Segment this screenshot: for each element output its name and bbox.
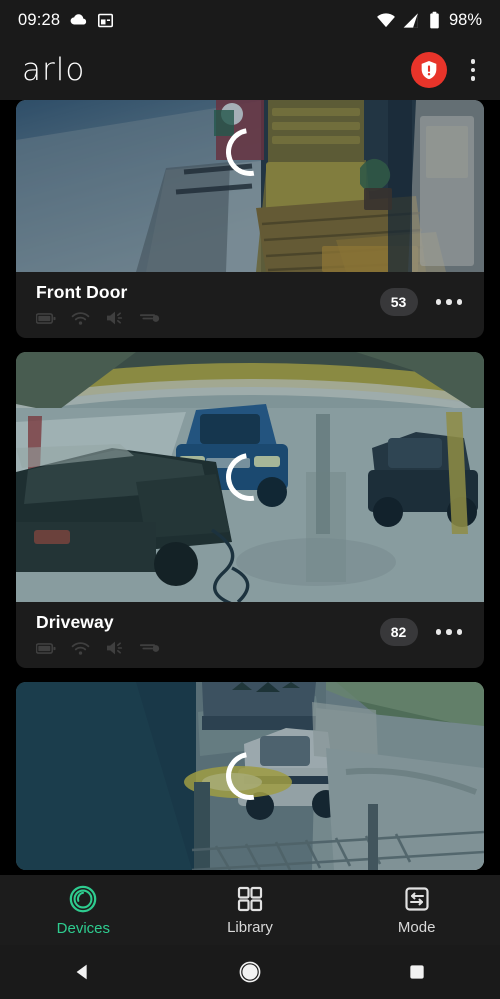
camera-thumbnail-third[interactable]	[16, 682, 484, 870]
home-button[interactable]	[167, 960, 334, 984]
home-circle-icon	[239, 961, 261, 983]
grid-icon	[237, 886, 263, 911]
status-bar-clock: 09:28	[18, 10, 61, 29]
camera-card-front-door[interactable]: Front Door 53	[16, 100, 484, 338]
camera-info-left: Driveway	[36, 612, 160, 656]
camera-status-icons	[36, 640, 160, 656]
tab-label-mode: Mode	[397, 918, 436, 936]
wifi-icon	[71, 311, 90, 325]
kebab-menu-icon[interactable]	[466, 53, 481, 87]
arlo-logo: arlo	[22, 51, 86, 88]
speaker-icon	[107, 311, 123, 325]
mode-sliders-icon	[405, 886, 429, 911]
phone-screen: 09:28 98% arlo Front Door 53 Driveway 82…	[0, 0, 500, 999]
battery-icon	[430, 11, 439, 28]
app-header-actions	[410, 52, 481, 88]
status-bar-left: 09:28	[18, 11, 114, 30]
camera-card-driveway[interactable]: Driveway 82	[16, 352, 484, 668]
more-options-icon[interactable]	[430, 291, 469, 313]
camera-card-third[interactable]	[16, 682, 484, 870]
system-navigation-bar	[0, 945, 500, 999]
camera-info-front-door: Front Door 53	[16, 272, 484, 338]
battery-icon	[36, 642, 56, 654]
tab-devices[interactable]: Devices	[0, 884, 167, 937]
camera-status-icons	[36, 310, 160, 326]
sensitivity-icon	[140, 643, 160, 652]
tab-library[interactable]: Library	[167, 885, 334, 936]
tab-mode[interactable]: Mode	[333, 885, 500, 936]
speaker-icon	[107, 641, 123, 655]
recents-button[interactable]	[333, 962, 500, 982]
cellular-signal-icon	[403, 12, 418, 28]
devices-ring-icon	[70, 885, 97, 912]
camera-name: Driveway	[36, 612, 114, 632]
camera-name: Front Door	[36, 282, 128, 302]
tab-label-devices: Devices	[56, 919, 111, 937]
battery-percent-label: 98%	[448, 10, 482, 29]
battery-icon	[36, 312, 56, 324]
more-options-icon[interactable]	[430, 621, 469, 643]
recents-square-icon	[410, 965, 424, 979]
app-header: arlo	[0, 40, 500, 100]
camera-thumbnail-driveway[interactable]	[16, 352, 484, 602]
status-badge[interactable]: 53	[379, 288, 418, 316]
status-bar-right: 98%	[376, 10, 482, 30]
bottom-navigation: Devices Library Mode	[0, 875, 500, 945]
status-badge[interactable]: 82	[379, 618, 418, 646]
cloud-icon	[70, 13, 87, 24]
front-door-scene	[16, 100, 484, 272]
camera-info-driveway: Driveway 82	[16, 602, 484, 668]
back-button[interactable]	[0, 961, 167, 983]
wifi-icon	[71, 641, 90, 655]
back-triangle-icon	[76, 964, 87, 980]
shield-alert-icon[interactable]	[410, 52, 447, 88]
sensitivity-icon	[140, 313, 160, 322]
camera-thumbnail-front-door[interactable]	[16, 100, 484, 272]
camera-info-left: Front Door	[36, 282, 160, 326]
wifi-icon	[377, 13, 395, 28]
camera-actions: 82	[379, 612, 469, 646]
status-bar: 09:28 98%	[0, 0, 500, 40]
tab-label-library: Library	[227, 918, 273, 936]
calendar-notification-icon	[98, 13, 114, 27]
device-list[interactable]: Front Door 53 Driveway 82	[0, 100, 500, 875]
camera-actions: 53	[379, 282, 469, 316]
